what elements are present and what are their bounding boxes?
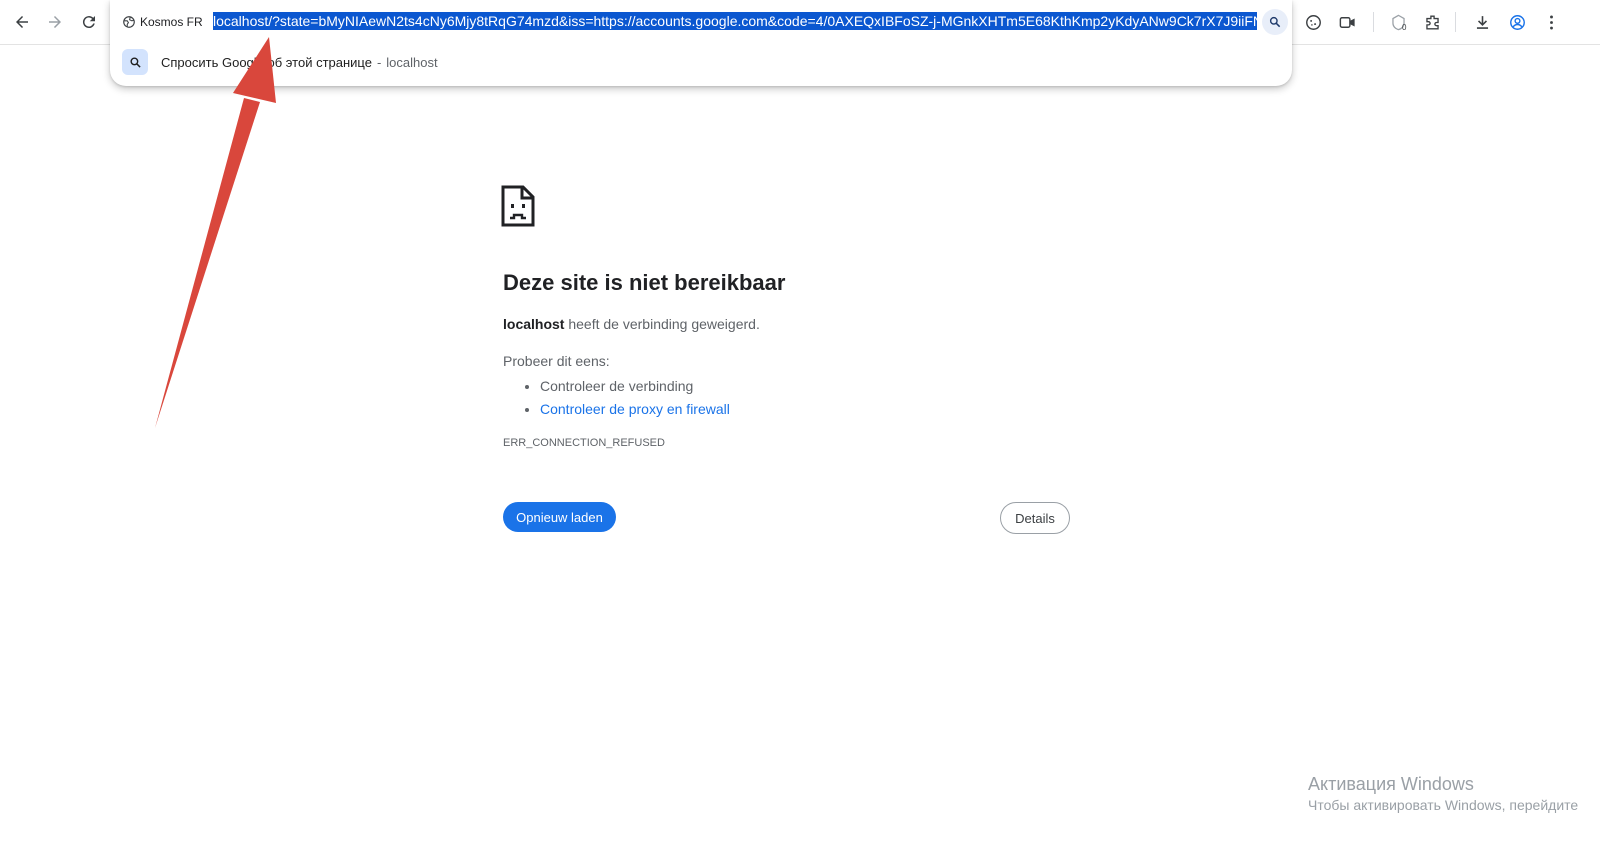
download-button[interactable] <box>1468 8 1496 36</box>
error-message-text: heeft de verbinding geweigerd. <box>568 316 760 332</box>
download-icon <box>1476 15 1488 29</box>
suggestion-search-icon-box <box>122 49 148 75</box>
toolbar-divider <box>1373 12 1374 32</box>
puzzle-icon <box>1425 14 1439 30</box>
profile-chip[interactable]: Kosmos FR <box>122 12 203 32</box>
windows-activation-title: Активация Windows <box>1308 774 1474 794</box>
extension-badge-button[interactable]: 0 <box>1384 8 1412 36</box>
camera-button[interactable] <box>1333 8 1361 36</box>
error-host: localhost <box>503 316 565 332</box>
sad-document-icon <box>501 185 535 227</box>
suggestion-list: Controleer de verbinding Controleer de p… <box>503 375 730 421</box>
omnibox-suggestion[interactable]: Спросить Google об этой странице - local… <box>122 48 1280 76</box>
cookie-icon <box>1305 14 1321 30</box>
forward-button[interactable] <box>41 8 69 36</box>
list-item: Controleer de verbinding <box>540 375 730 398</box>
error-title: Deze site is niet bereikbaar <box>503 270 786 295</box>
profile-button[interactable] <box>1503 8 1531 36</box>
omnibox-dropdown: Kosmos FR localhost/?state=bMyNIAewN2ts4… <box>110 0 1292 86</box>
search-icon <box>129 56 141 68</box>
arrow-left-icon <box>16 16 28 28</box>
suggestion-host: localhost <box>386 54 438 70</box>
badge-count: 0 <box>1402 23 1407 32</box>
globe-icon <box>123 16 135 28</box>
details-button[interactable]: Details <box>1000 502 1070 534</box>
selected-url: localhost/?state=bMyNIAewN2ts4cNy6Mjy8tR… <box>213 12 1257 30</box>
check-connection-text: Controleer de verbinding <box>540 378 694 394</box>
annotation-arrow <box>155 37 276 428</box>
suggestion-text: Спросить Google об этой странице <box>161 54 372 70</box>
cookie-button[interactable] <box>1299 8 1327 36</box>
profile-icon <box>1509 14 1525 30</box>
video-camera-icon <box>1339 16 1355 28</box>
reload-page-button[interactable]: Opnieuw laden <box>503 502 616 532</box>
lens-search-button[interactable] <box>1262 9 1288 35</box>
reload-icon <box>82 16 95 29</box>
extensions-button[interactable] <box>1418 8 1446 36</box>
more-vert-icon <box>1549 15 1553 29</box>
address-bar-input[interactable]: localhost/?state=bMyNIAewN2ts4cNy6Mjy8tR… <box>213 11 1257 32</box>
try-label: Probeer dit eens: <box>503 353 610 369</box>
suggestion-separator: - <box>376 54 382 70</box>
back-button[interactable] <box>8 8 36 36</box>
menu-button[interactable] <box>1537 8 1565 36</box>
reload-button[interactable] <box>75 8 103 36</box>
check-proxy-firewall-link[interactable]: Controleer de proxy en firewall <box>540 401 730 417</box>
profile-chip-label: Kosmos FR <box>140 15 203 29</box>
error-code: ERR_CONNECTION_REFUSED <box>503 437 665 449</box>
windows-activation-subtitle: Чтобы активировать Windows, перейдите <box>1308 797 1579 813</box>
error-message: localhost heeft de verbinding geweigerd. <box>503 316 760 332</box>
arrow-right-icon <box>49 16 61 28</box>
lens-search-icon <box>1269 16 1281 28</box>
toolbar-divider <box>1455 12 1456 32</box>
list-item: Controleer de proxy en firewall <box>540 398 730 421</box>
